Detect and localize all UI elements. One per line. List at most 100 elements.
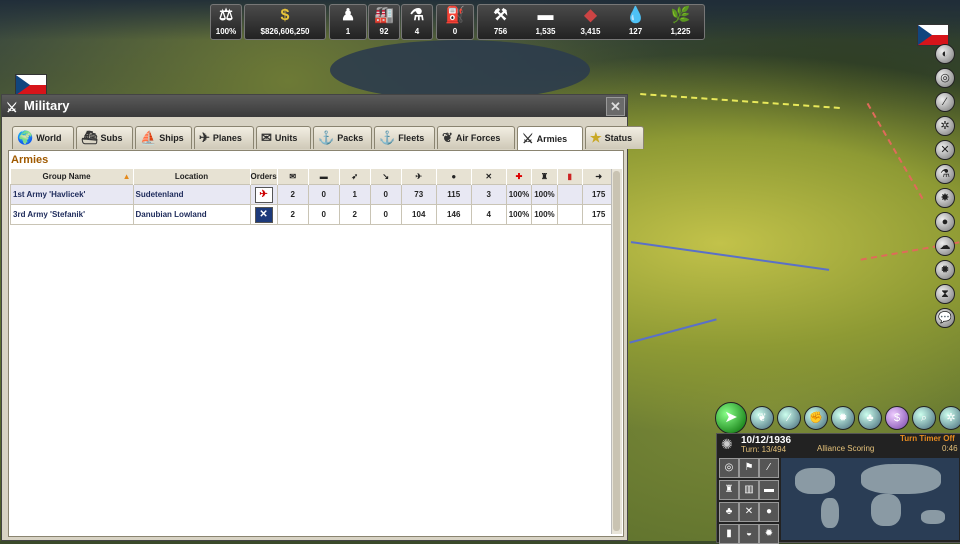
ore-indicator[interactable]: ◆ 3,415 — [568, 5, 613, 39]
vertical-scrollbar[interactable] — [611, 169, 622, 534]
gear-button[interactable]: ✹ — [935, 260, 955, 280]
col-tank-icon[interactable]: ▬ — [308, 169, 340, 185]
settings-action-button[interactable]: ✲ — [939, 406, 960, 430]
window-title: Military — [24, 98, 70, 113]
tab-armies[interactable]: ⚔ Armies — [517, 126, 583, 151]
tank-mode-button[interactable]: ▬ — [759, 480, 779, 500]
armies-table: Group Name ▲ Location Orders ✉ ▬ ➶ ↘ ✈ ●… — [10, 169, 616, 225]
col-artillery-icon[interactable]: ➶ — [339, 169, 371, 185]
settings-button[interactable]: ✲ — [935, 116, 955, 136]
location[interactable]: Danubian Lowland — [132, 204, 251, 225]
money-button[interactable]: $ — [885, 406, 909, 430]
factory-mode-button[interactable]: ▥ — [739, 480, 759, 500]
col-group-name[interactable]: Group Name ▲ — [10, 169, 134, 185]
cell: 115 — [435, 184, 472, 205]
col-plane-icon[interactable]: ✕ — [471, 169, 507, 185]
orders-cell[interactable]: ✈ — [249, 184, 278, 205]
cell: 146 — [435, 204, 472, 225]
scrollbar-thumb[interactable] — [613, 171, 620, 531]
treasury-indicator[interactable]: $ $826,606,250 — [244, 4, 326, 40]
stability-indicator[interactable]: ⚖ 100% — [210, 4, 242, 40]
research-indicator[interactable]: ⚗ 4 — [401, 4, 433, 40]
location[interactable]: Sudetenland — [132, 184, 251, 205]
group-name[interactable]: 1st Army 'Havlicek' — [10, 184, 134, 205]
hourglass-button[interactable]: ⧗ — [935, 284, 955, 304]
gear-action-button[interactable]: ✹ — [831, 406, 855, 430]
tab-ships[interactable]: ⛵ Ships — [135, 126, 192, 149]
oil-indicator[interactable]: 💧 127 — [613, 5, 658, 39]
mineral-indicator[interactable]: ⚒ 756 — [478, 5, 523, 39]
envelope-icon: ✉ — [261, 130, 272, 145]
cell: 2 — [276, 184, 309, 205]
tab-subs[interactable]: ⛴ Subs — [76, 126, 133, 149]
tab-packs[interactable]: ⚓ Packs — [313, 126, 372, 149]
rubber-indicator[interactable]: 🌿 1,225 — [658, 5, 703, 39]
factory-icon: 🏭 — [374, 7, 394, 24]
window-titlebar[interactable]: ⚔ Military ✕ — [2, 95, 627, 117]
sun-icon: ✺ — [721, 436, 733, 452]
star-icon: ★ — [590, 130, 602, 145]
fist-button[interactable]: ✊ — [804, 406, 828, 430]
minimap[interactable] — [781, 458, 959, 540]
col-fuel-icon[interactable]: ▮ — [557, 169, 583, 185]
cell: 100% — [505, 184, 533, 205]
cell: 0 — [369, 184, 402, 205]
world-mode-button[interactable]: ◎ — [719, 458, 739, 478]
research-button[interactable]: ⚗ — [935, 164, 955, 184]
end-turn-button[interactable]: ➤ — [715, 402, 747, 434]
tab-planes[interactable]: ✈ Planes — [194, 126, 254, 149]
tab-air-forces[interactable]: ❦ Air Forces — [437, 126, 515, 149]
industry-indicator[interactable]: 🏭 92 — [368, 4, 400, 40]
search-button[interactable]: ⌕ — [912, 406, 936, 430]
drop-mode-button[interactable]: ● — [759, 502, 779, 522]
flask-icon: ⚗ — [409, 7, 425, 24]
resource-button[interactable]: ♣ — [858, 406, 882, 430]
world-button[interactable]: ◎ — [935, 68, 955, 88]
diplomacy-indicator[interactable]: ♟ 1 — [329, 4, 367, 40]
turn-timer[interactable]: Turn Timer Off — [900, 434, 955, 443]
cloud-button[interactable]: ☁ — [935, 236, 955, 256]
table-row[interactable]: 3rd Army 'Stefanik' Danubian Lowland ✕ 2… — [10, 204, 616, 225]
bomb-button[interactable]: ● — [935, 212, 955, 232]
attack-order-icon[interactable]: ✈ — [254, 186, 273, 203]
col-shield-icon[interactable]: ● — [436, 169, 472, 185]
col-orders[interactable]: Orders — [250, 169, 278, 185]
tab-fleets[interactable]: ⚓ Fleets — [374, 126, 435, 149]
cross-mode-button[interactable]: ✕ — [739, 502, 759, 522]
military-button[interactable]: ✕ — [935, 140, 955, 160]
flag-mode-button[interactable]: ⚑ — [739, 458, 759, 478]
col-soldier-icon[interactable]: ♜ — [531, 169, 558, 185]
tree-mode-button[interactable]: ♣ — [719, 502, 739, 522]
rifle-mode-button[interactable]: ⁄ — [759, 458, 779, 478]
chat-button[interactable]: 💬 — [935, 308, 955, 328]
col-location[interactable]: Location — [133, 169, 251, 185]
helmet-mode-button[interactable]: ◒ — [739, 524, 759, 544]
tab-status[interactable]: ★ Status — [585, 126, 644, 149]
steel-indicator[interactable]: ▬ 1,535 — [523, 5, 568, 39]
orders-cell[interactable]: ✕ — [249, 204, 278, 225]
globe-button[interactable]: ◐ — [935, 44, 955, 64]
rifle-button[interactable]: ⁄ — [935, 92, 955, 112]
col-rifle-icon[interactable]: ↘ — [370, 169, 402, 185]
cell: 0 — [369, 204, 402, 225]
soldier-mode-button[interactable]: ♜ — [719, 480, 739, 500]
eagle-button[interactable]: ❦ — [750, 406, 774, 430]
rifle-action-button[interactable]: ⁄ — [777, 406, 801, 430]
supplies-indicator[interactable]: ⛽ 0 — [436, 4, 474, 40]
pack-icon: ⚓ — [318, 130, 335, 145]
close-button[interactable]: ✕ — [606, 97, 625, 116]
explosion-button[interactable]: ✸ — [935, 188, 955, 208]
col-mail-icon[interactable]: ✉ — [277, 169, 309, 185]
col-medic-icon[interactable]: ✚ — [506, 169, 533, 185]
cell: 100% — [531, 184, 558, 205]
table-row[interactable]: 1st Army 'Havlicek' Sudetenland ✈ 2 0 1 … — [10, 184, 616, 205]
tab-units[interactable]: ✉ Units — [256, 126, 311, 149]
col-eagle-icon[interactable]: ✈ — [401, 169, 437, 185]
czech-flag-icon[interactable] — [15, 74, 47, 96]
hold-order-icon[interactable]: ✕ — [254, 206, 273, 223]
cup-mode-button[interactable]: ▮ — [719, 524, 739, 544]
gear-mode-button[interactable]: ✹ — [759, 524, 779, 544]
tab-world[interactable]: 🌍 World — [12, 126, 74, 149]
alliance-scoring[interactable]: Alliance Scoring — [817, 444, 874, 453]
group-name[interactable]: 3rd Army 'Stefanik' — [10, 204, 134, 225]
